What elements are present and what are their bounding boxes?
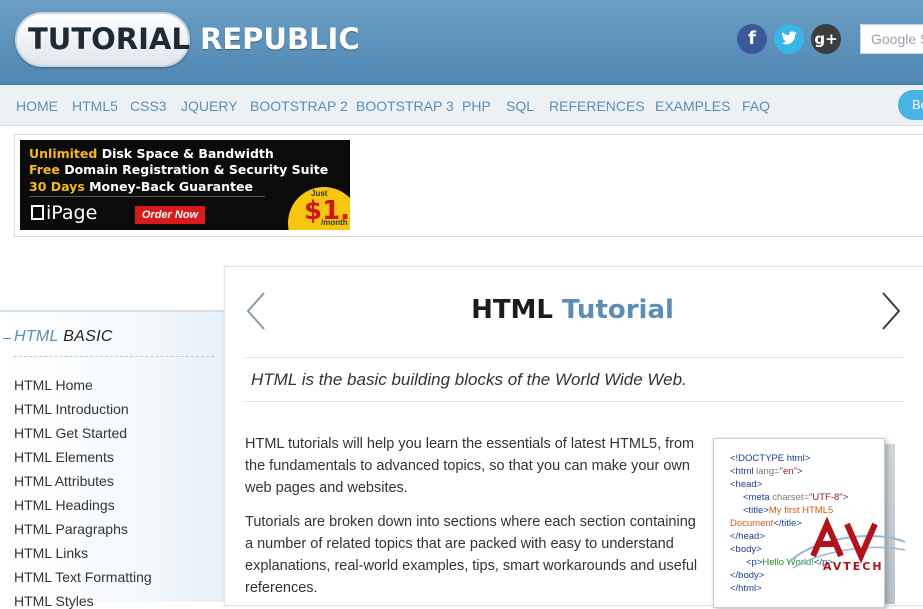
nav-cta-button[interactable]: Bo: [898, 90, 923, 120]
nav-item-home[interactable]: HOME: [16, 98, 58, 114]
ipage-logo-icon: [31, 205, 44, 220]
price-suffix: /month: [321, 218, 348, 227]
watermark-text: AVTECH: [823, 560, 884, 573]
code-line-3: <head>: [730, 479, 763, 490]
code-line-7: </head>: [730, 531, 765, 542]
nav-item-bootstrap3[interactable]: BOOTSTRAP 3: [356, 98, 454, 114]
nav-item-html5[interactable]: HTML5: [72, 98, 118, 114]
ipage-logo: iPage: [31, 202, 97, 224]
nav-item-php[interactable]: PHP: [462, 98, 491, 114]
facebook-icon[interactable]: f: [737, 24, 767, 54]
ad-line-2: Free Domain Registration & Security Suit…: [29, 162, 329, 177]
tagline-divider: [245, 401, 903, 402]
code-line-10: </body>: [730, 570, 765, 581]
logo-text-tutorial[interactable]: TUTORIAL: [28, 22, 190, 56]
nav-item-faq[interactable]: FAQ: [742, 98, 770, 114]
sidebar-link-html-text-formatting[interactable]: HTML Text Formatting: [14, 569, 152, 585]
ad-line-1: Unlimited Disk Space & Bandwidth: [29, 146, 274, 161]
nav-item-references[interactable]: REFERENCES: [549, 98, 645, 114]
sidebar-link-html-get-started[interactable]: HTML Get Started: [14, 425, 127, 441]
sidebar-link-html-elements[interactable]: HTML Elements: [14, 449, 114, 465]
sidebar-heading-marker: [3, 338, 11, 339]
sidebar-link-html-headings[interactable]: HTML Headings: [14, 497, 115, 513]
intro-paragraph-2: Tutorials are broken down into sections …: [245, 514, 698, 596]
code-line-1: <!DOCTYPE html>: [730, 453, 811, 464]
main-nav: HOME HTML5 CSS3 JQUERY BOOTSTRAP 2 BOOTS…: [0, 85, 923, 126]
sidebar-link-html-home[interactable]: HTML Home: [14, 377, 93, 393]
intro-paragraph-1: HTML tutorials will help you learn the e…: [245, 436, 695, 496]
nav-item-jquery[interactable]: JQUERY: [181, 98, 238, 114]
sidebar-link-html-introduction[interactable]: HTML Introduction: [14, 401, 129, 417]
sidebar-link-html-styles[interactable]: HTML Styles: [14, 593, 94, 609]
google-plus-icon[interactable]: g+: [811, 24, 841, 54]
order-now-button[interactable]: Order Now: [135, 206, 205, 224]
nav-item-bootstrap2[interactable]: BOOTSTRAP 2: [250, 98, 348, 114]
ad-banner[interactable]: Unlimited Disk Space & Bandwidth Free Do…: [20, 140, 350, 230]
page-title: HTML Tutorial: [471, 295, 674, 325]
code-line-2: <html lang="en">: [730, 466, 803, 477]
avtech-watermark-logo: AVTECH: [788, 516, 906, 573]
title-divider: [245, 357, 903, 358]
code-line-11: </html>: [730, 583, 762, 594]
ad-line-3: 30 Days Money-Back Guarantee: [29, 179, 253, 194]
logo-text-republic[interactable]: REPUBLIC: [200, 22, 360, 56]
code-line-8: <body>: [730, 544, 762, 555]
sidebar-heading: HTML BASIC: [14, 328, 113, 345]
ad-divider: [29, 196, 265, 197]
sidebar-link-html-links[interactable]: HTML Links: [14, 545, 88, 561]
sidebar-link-html-attributes[interactable]: HTML Attributes: [14, 473, 114, 489]
nav-item-examples[interactable]: EXAMPLES: [655, 98, 730, 114]
tagline: HTML is the basic building blocks of the…: [251, 370, 687, 389]
sidebar-divider: [14, 356, 214, 357]
twitter-icon[interactable]: [774, 24, 804, 54]
sidebar-link-html-paragraphs[interactable]: HTML Paragraphs: [14, 521, 128, 537]
code-line-4: <meta charset="UTF-8">: [743, 492, 849, 503]
code-line-5: <title>My first HTML5: [743, 505, 834, 516]
search-input[interactable]: Google S: [860, 24, 923, 54]
nav-item-sql[interactable]: SQL: [506, 98, 534, 114]
nav-item-css3[interactable]: CSS3: [130, 98, 167, 114]
